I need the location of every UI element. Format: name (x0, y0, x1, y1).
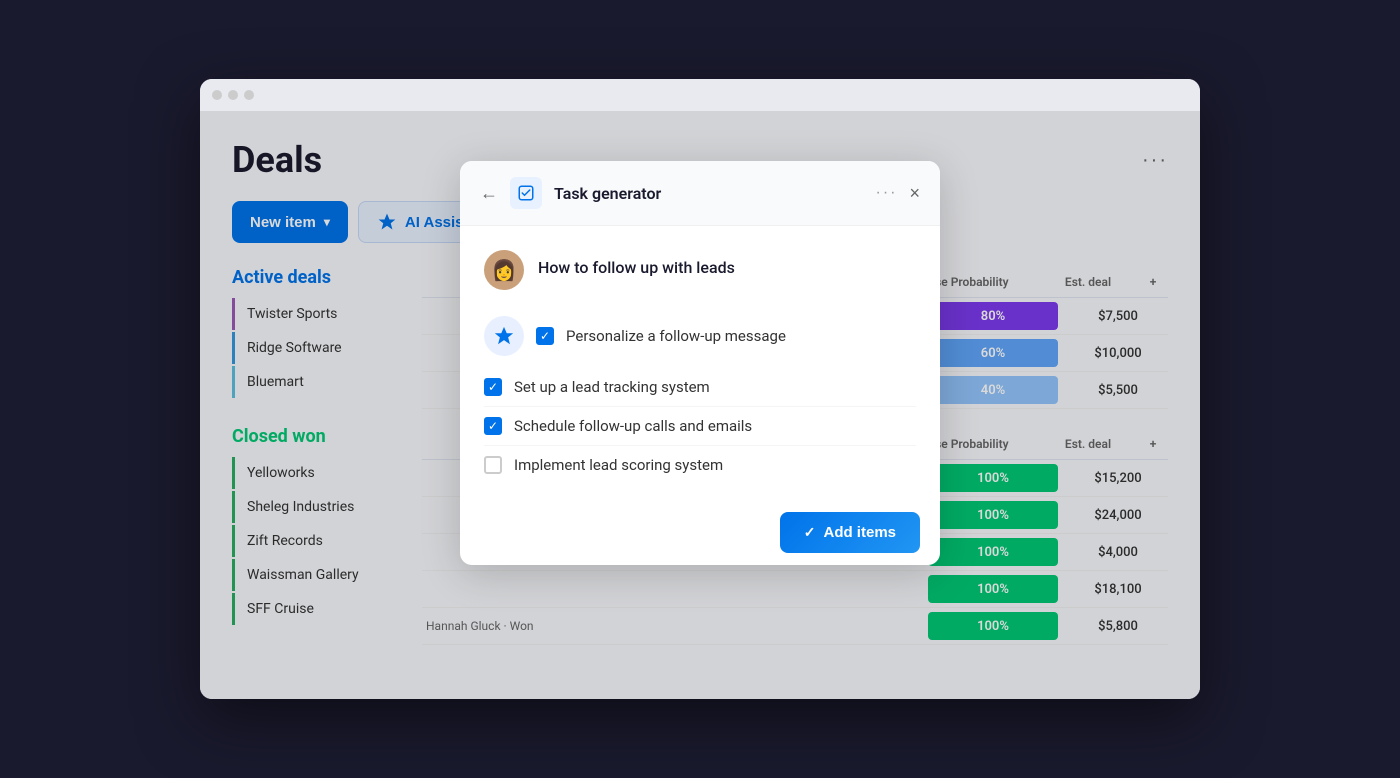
task-text: Set up a lead tracking system (514, 378, 710, 396)
add-items-label: Add items (823, 524, 896, 541)
modal-footer: ✓ Add items (460, 500, 940, 565)
task-list: ✓ Personalize a follow-up message (536, 317, 916, 355)
ai-logo-icon (484, 316, 524, 356)
browser-dot-2 (228, 90, 238, 100)
task-icon (517, 184, 535, 202)
task-item: ✓ Set up a lead tracking system (484, 368, 916, 407)
task-text: Personalize a follow-up message (566, 327, 786, 345)
browser-dot-3 (244, 90, 254, 100)
browser-dot-1 (212, 90, 222, 100)
modal-more-button[interactable]: ··· (876, 184, 898, 202)
task-checkbox[interactable] (484, 456, 502, 474)
modal-header: ← Task generator ··· × (460, 161, 940, 226)
modal-icon (510, 177, 542, 209)
task-text: Schedule follow-up calls and emails (514, 417, 752, 435)
ai-star-icon (493, 325, 515, 347)
modal-title: Task generator (554, 184, 864, 203)
modal-back-button[interactable]: ← (480, 183, 498, 204)
task-checkbox[interactable]: ✓ (536, 327, 554, 345)
prompt-row: 👩 How to follow up with leads (484, 250, 916, 290)
task-text: Implement lead scoring system (514, 456, 723, 474)
browser-window: Deals ··· New item ▾ AI Assistant Active… (200, 79, 1200, 699)
modal-body: 👩 How to follow up with leads (460, 226, 940, 500)
modal-close-button[interactable]: × (909, 183, 920, 204)
checkmark-icon: ✓ (804, 524, 816, 541)
task-item: ✓ Personalize a follow-up message (536, 317, 916, 355)
task-checkbox[interactable]: ✓ (484, 378, 502, 396)
avatar: 👩 (484, 250, 524, 290)
task-item: Implement lead scoring system (484, 446, 916, 484)
remaining-task-list: ✓ Set up a lead tracking system ✓ Schedu… (484, 368, 916, 484)
task-item: ✓ Schedule follow-up calls and emails (484, 407, 916, 446)
browser-titlebar (200, 79, 1200, 111)
task-checkbox[interactable]: ✓ (484, 417, 502, 435)
task-generator-modal: ← Task generator ··· × 👩 How to follo (460, 161, 940, 565)
prompt-text: How to follow up with leads (538, 250, 735, 277)
ai-logo-row: ✓ Personalize a follow-up message (484, 310, 916, 368)
add-items-button[interactable]: ✓ Add items (780, 512, 920, 553)
app-content: Deals ··· New item ▾ AI Assistant Active… (200, 111, 1200, 699)
modal-overlay: ← Task generator ··· × 👩 How to follo (200, 111, 1200, 699)
